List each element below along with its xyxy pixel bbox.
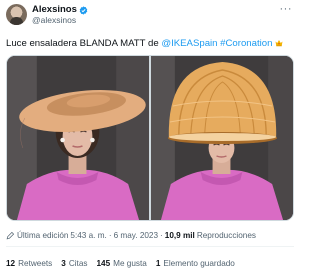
meta-separator: · [108, 231, 112, 240]
tweet-meta: Última edición 5:43 a. m. · 6 may. 2023 … [6, 230, 256, 241]
photo-left[interactable] [7, 56, 149, 220]
stat-quotes[interactable]: 3 Citas [61, 258, 87, 269]
likes-label: Me gusta [113, 259, 147, 268]
stat-bookmarks[interactable]: 1 Elemento guardado [156, 258, 235, 269]
more-options-icon[interactable]: ··· [280, 4, 293, 15]
tweet-time[interactable]: 5:43 a. m. [70, 230, 106, 241]
media-grid[interactable] [6, 55, 294, 221]
views-label: Reproducciones [196, 231, 256, 240]
stat-likes[interactable]: 145 Me gusta [96, 258, 146, 269]
edit-pencil-icon [6, 231, 15, 240]
divider [6, 246, 294, 247]
meta-separator-2: · [160, 231, 163, 240]
bookmarks-label: Elemento guardado [163, 259, 235, 268]
tweet-text-body: Luce ensaladera BLANDA MATT de [6, 38, 162, 49]
author-handle[interactable]: @alexsinos [32, 15, 76, 26]
engagement-stats: 12 Retweets 3 Citas 145 Me gusta 1 Elemento … [6, 258, 235, 269]
tweet-text: Luce ensaladera BLANDA MATT de @IKEASpai… [6, 37, 283, 50]
crown-emoji-icon [275, 40, 283, 47]
mention-link[interactable]: @IKEASpain [161, 38, 217, 49]
bookmarks-count: 1 [155, 259, 161, 268]
photo-right-image [151, 56, 293, 220]
hashtag-link[interactable]: #Coronation [220, 38, 272, 49]
likes-count: 145 [96, 259, 111, 268]
photo-left-image [7, 56, 149, 220]
photo-right[interactable] [151, 56, 293, 220]
quotes-count: 3 [61, 259, 66, 268]
quotes-label: Citas [68, 259, 88, 268]
avatar[interactable] [6, 4, 27, 25]
edited-label[interactable]: Última edición [17, 230, 68, 241]
retweets-count: 12 [6, 259, 16, 268]
views-count: 10,9 mil [164, 231, 195, 240]
stat-retweets[interactable]: 12 Retweets [6, 258, 52, 269]
retweets-label: Retweets [18, 259, 53, 268]
verified-badge-icon [79, 5, 88, 15]
tweet-date[interactable]: 6 may. 2023 [114, 230, 158, 241]
